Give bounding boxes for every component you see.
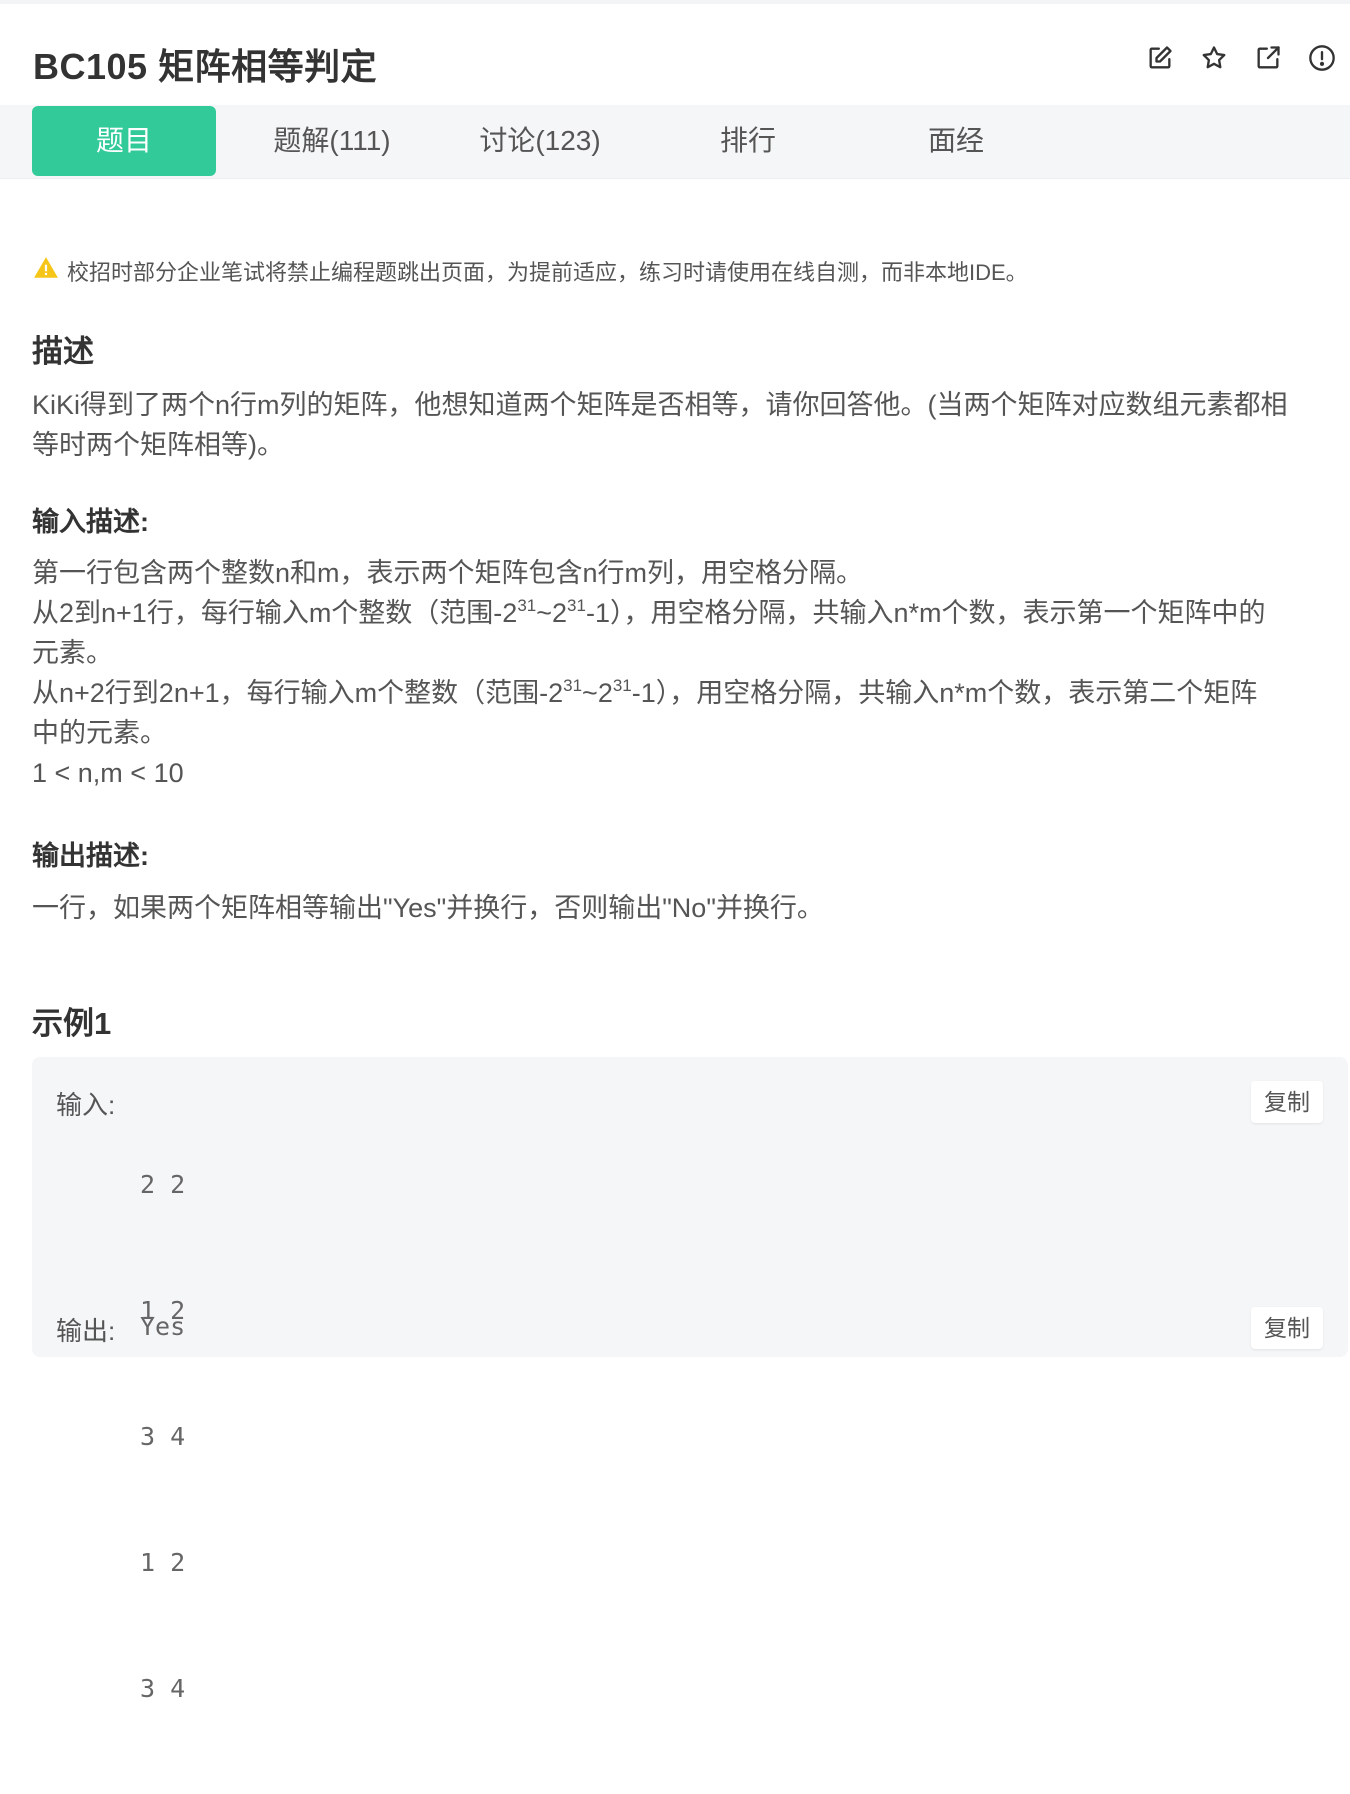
edit-icon[interactable]: [1146, 44, 1174, 72]
example-input-label: 输入:: [56, 1090, 116, 1120]
description-heading: 描述: [32, 334, 94, 369]
input-desc-heading: 输入描述:: [32, 507, 149, 537]
tab-problem[interactable]: 题目: [32, 106, 216, 176]
notice-banner: 校招时部分企业笔试将禁止编程题跳出页面，为提前适应，练习时请使用在线自测，而非本…: [33, 255, 1028, 287]
tab-solutions[interactable]: 题解(111): [242, 106, 422, 176]
copy-input-button[interactable]: 复制: [1251, 1081, 1323, 1123]
copy-output-button[interactable]: 复制: [1251, 1307, 1323, 1349]
input-desc-line: 第一行包含两个整数n和m，表示两个矩阵包含n行m列，用空格分隔。: [32, 558, 864, 588]
example-input-line: 3 4: [140, 1674, 186, 1703]
warning-icon: [33, 255, 59, 287]
report-icon[interactable]: [1308, 44, 1336, 72]
tab-bar: 题目 题解(111) 讨论(123) 排行 面经: [0, 105, 1350, 179]
example-input-line: 1 2: [140, 1548, 186, 1577]
star-icon[interactable]: [1200, 44, 1228, 72]
output-desc-line: 一行，如果两个矩阵相等输出"Yes"并换行，否则输出"No"并换行。: [32, 893, 824, 923]
tab-discussion[interactable]: 讨论(123): [450, 106, 630, 176]
example-input-values[interactable]: 2 2 1 2 3 4 1 2 3 4: [140, 1080, 200, 1794]
input-desc-line: 中的元素。: [32, 718, 167, 748]
input-desc-line: 从n+2行到2n+1，每行输入m个整数（范围-231~231-1），用空格分隔，…: [32, 676, 1258, 708]
input-desc-text: 第一行包含两个整数n和m，表示两个矩阵包含n行m列，用空格分隔。 从2到n+1行…: [32, 553, 1337, 793]
example-output-value[interactable]: Yes: [140, 1306, 185, 1348]
tab-ranking[interactable]: 排行: [658, 106, 838, 176]
output-desc-heading: 输出描述:: [32, 841, 149, 871]
description-text: KiKi得到了两个n行m列的矩阵，他想知道两个矩阵是否相等，请你回答他。(当两个…: [32, 385, 1337, 465]
example-input-line: 2 2: [140, 1170, 186, 1199]
description-line: KiKi得到了两个n行m列的矩阵，他想知道两个矩阵是否相等，请你回答他。(当两个…: [32, 390, 1288, 420]
top-divider: [0, 0, 1350, 4]
input-desc-line: 1 < n,m < 10: [32, 758, 184, 788]
tab-interview[interactable]: 面经: [866, 106, 1046, 176]
input-desc-line: 从2到n+1行，每行输入m个整数（范围-231~231-1），用空格分隔，共输入…: [32, 596, 1266, 628]
page-title: BC105 矩阵相等判定: [33, 46, 378, 87]
description-line: 等时两个矩阵相等)。: [32, 430, 284, 460]
example-input-line: 3 4: [140, 1422, 186, 1451]
example-output-label: 输出:: [56, 1316, 116, 1346]
toolbar-icons: [1146, 44, 1336, 72]
example-heading: 示例1: [32, 1006, 112, 1041]
output-desc-text: 一行，如果两个矩阵相等输出"Yes"并换行，否则输出"No"并换行。: [32, 888, 1337, 928]
notice-text: 校招时部分企业笔试将禁止编程题跳出页面，为提前适应，练习时请使用在线自测，而非本…: [67, 260, 1028, 285]
share-icon[interactable]: [1254, 44, 1282, 72]
input-desc-line: 元素。: [32, 638, 113, 668]
example-box: 输入: 2 2 1 2 3 4 1 2 3 4 复制 输出: Yes 复制: [32, 1057, 1348, 1703]
